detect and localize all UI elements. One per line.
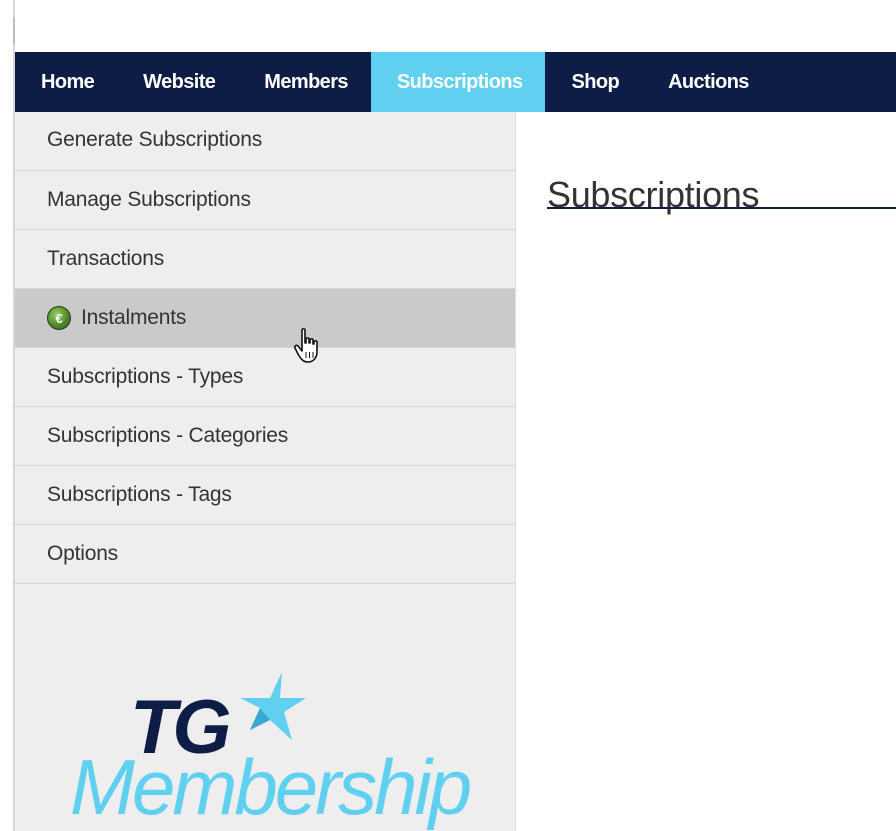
nav-website[interactable]: Website	[117, 52, 238, 112]
sidebar-item-label: Options	[47, 542, 118, 565]
e-badge-icon: €	[47, 306, 71, 330]
logo-membership-text: Membership	[70, 743, 472, 831]
sidebar-item-generate-subscriptions[interactable]: Generate Subscriptions	[15, 112, 515, 171]
title-underline	[547, 207, 896, 209]
star-icon	[240, 672, 306, 740]
sidebar-item-label: Manage Subscriptions	[47, 188, 251, 211]
sidebar-item-label: Transactions	[47, 247, 165, 270]
top-tick	[13, 18, 15, 44]
sidebar-item-subscriptions-categories[interactable]: Subscriptions - Categories	[15, 407, 515, 466]
main-navbar: Home Website Members Subscriptions Shop …	[15, 52, 896, 112]
nav-auctions[interactable]: Auctions	[642, 52, 772, 112]
hand-pointer-icon	[293, 328, 318, 363]
sidebar-item-label: Instalments	[81, 306, 187, 329]
nav-home[interactable]: Home	[15, 52, 117, 112]
sidebar-item-label: Generate Subscriptions	[47, 128, 263, 151]
sidebar-item-label: Subscriptions - Tags	[47, 483, 232, 506]
sidebar-item-subscriptions-types[interactable]: Subscriptions - Types	[15, 348, 515, 407]
sidebar-item-label: Subscriptions - Categories	[47, 424, 289, 447]
sidebar-item-instalments[interactable]: € Instalments	[15, 289, 515, 348]
sidebar-item-manage-subscriptions[interactable]: Manage Subscriptions	[15, 171, 515, 230]
nav-members[interactable]: Members	[238, 52, 371, 112]
tg-membership-logo: TG Membership	[70, 668, 472, 831]
nav-shop[interactable]: Shop	[545, 52, 642, 112]
sidebar-item-subscriptions-tags[interactable]: Subscriptions - Tags	[15, 466, 515, 525]
nav-subscriptions[interactable]: Subscriptions	[370, 52, 546, 112]
sidebar-item-label: Subscriptions - Types	[47, 365, 244, 388]
page-title: Subscriptions	[547, 174, 760, 216]
sidebar-item-options[interactable]: Options	[15, 525, 515, 584]
sidebar-item-transactions[interactable]: Transactions	[15, 230, 515, 289]
